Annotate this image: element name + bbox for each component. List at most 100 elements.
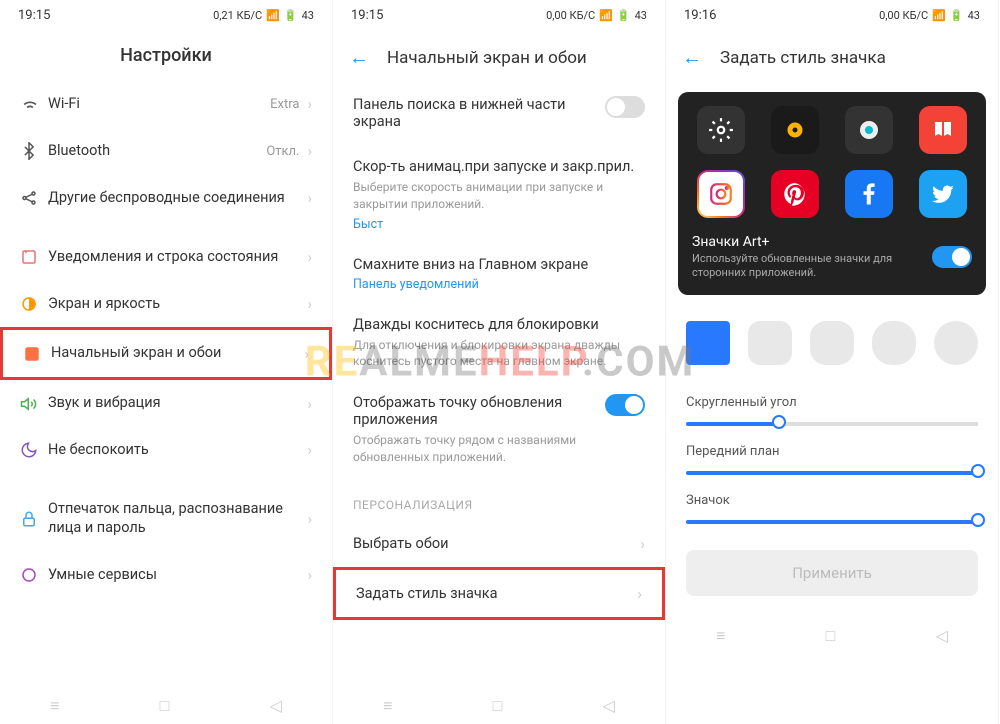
status-battery: 43	[302, 9, 314, 22]
settings-item-value: Extra	[270, 97, 299, 112]
nav-home-icon[interactable]: □	[826, 626, 836, 646]
shape-option-square[interactable]	[686, 321, 730, 365]
settings-item-display[interactable]: Экран и яркость ›	[0, 281, 332, 328]
settings-item-label: Отпечаток пальца, распознавание лица и п…	[48, 500, 307, 538]
reader-app-icon	[919, 106, 967, 154]
settings-item-homescreen[interactable]: Начальный экран и обои ›	[0, 327, 332, 380]
option-label: Задать стиль значка	[356, 585, 497, 602]
signal-icon: 📶	[266, 9, 280, 22]
settings-item-notifications[interactable]: Уведомления и строка состояния ›	[0, 234, 332, 281]
nav-back-icon[interactable]: ◁	[603, 696, 615, 716]
settings-item-smart[interactable]: Умные сервисы ›	[0, 552, 332, 599]
status-bar: 19:15 0,00 КБ/С 📶 🔋 43	[333, 0, 665, 31]
option-desc: Выберите скорость анимации при запуске и…	[353, 179, 645, 213]
chevron-right-icon: ›	[307, 248, 312, 266]
slider-foreground: Передний план	[666, 432, 998, 481]
slider-track[interactable]	[686, 471, 978, 475]
camera-app-icon	[845, 106, 893, 154]
settings-item-wifi[interactable]: Wi-Fi Extra ›	[0, 80, 332, 128]
settings-app-icon	[697, 106, 745, 154]
back-arrow-icon[interactable]: ←	[349, 45, 369, 70]
home-icon	[23, 345, 51, 363]
battery-icon: 🔋	[284, 9, 298, 22]
settings-item-sound[interactable]: Звук и вибрация ›	[0, 380, 332, 427]
bluetooth-icon	[20, 142, 48, 160]
shape-option-circle[interactable]	[934, 321, 978, 365]
nav-home-icon[interactable]: □	[493, 696, 503, 716]
slider-knob[interactable]	[971, 464, 985, 478]
nav-home-icon[interactable]: □	[160, 696, 170, 716]
facebook-app-icon	[845, 170, 893, 218]
music-app-icon	[771, 106, 819, 154]
option-swipe-down[interactable]: Смахните вниз на Главном экране Панель у…	[333, 244, 665, 304]
navbar: ≡ □ ◁	[333, 686, 665, 724]
nav-back-icon[interactable]: ◁	[270, 696, 282, 716]
pinterest-app-icon	[771, 170, 819, 218]
toggle-switch[interactable]	[605, 96, 645, 118]
option-double-tap-lock[interactable]: Дважды коснитесь для блокировки Для откл…	[333, 304, 665, 383]
lock-icon	[20, 510, 48, 528]
instagram-app-icon	[697, 170, 745, 218]
nav-menu-icon[interactable]: ≡	[50, 696, 59, 716]
option-update-dot[interactable]: Отображать точку обновления приложения О…	[333, 382, 665, 478]
header: ← Начальный экран и обои	[333, 31, 665, 84]
slider-knob[interactable]	[772, 415, 786, 429]
status-bar: 19:15 0,21 КБ/С 📶 🔋 43	[0, 0, 332, 31]
chevron-right-icon: ›	[307, 566, 312, 584]
settings-item-security[interactable]: Отпечаток пальца, распознавание лица и п…	[0, 486, 332, 552]
chevron-right-icon: ›	[304, 345, 309, 363]
apply-button[interactable]: Применить	[686, 550, 978, 596]
navbar: ≡ □ ◁	[0, 686, 332, 724]
option-title: Отображать точку обновления приложения	[353, 394, 595, 428]
option-link: Быст	[353, 217, 645, 232]
option-title: Панель поиска в нижней части экрана	[353, 96, 595, 130]
moon-icon	[20, 441, 48, 459]
nav-menu-icon[interactable]: ≡	[716, 626, 725, 646]
settings-item-wireless[interactable]: Другие беспроводные соединения ›	[0, 175, 332, 222]
option-search-bar[interactable]: Панель поиска в нижней части экрана	[333, 84, 665, 146]
slider-icon: Значок	[666, 481, 998, 530]
option-wallpaper[interactable]: Выбрать обои ›	[333, 520, 665, 567]
option-label: Выбрать обои	[353, 535, 448, 552]
art-icons-row: Значки Art+ Используйте обновленные знач…	[692, 218, 972, 281]
option-title: Скор-ть анимац.при запуске и закр.прил.	[353, 158, 645, 175]
page-title: Настройки	[0, 31, 332, 80]
chevron-right-icon: ›	[307, 295, 312, 313]
page-title: Задать стиль значка	[720, 48, 886, 68]
settings-item-dnd[interactable]: Не беспокоить ›	[0, 427, 332, 474]
toggle-switch[interactable]	[605, 394, 645, 416]
smart-icon	[20, 566, 48, 584]
app-grid	[692, 106, 972, 218]
icon-style-screen: 19:16 0,00 КБ/С 📶 🔋 43 ← Задать стиль зн…	[666, 0, 999, 724]
settings-item-label: Bluetooth	[48, 142, 266, 161]
brightness-icon	[20, 295, 48, 313]
status-right: 0,21 КБ/С 📶 🔋 43	[213, 9, 314, 22]
status-net: 0,00 КБ/С	[546, 9, 595, 22]
art-title: Значки Art+	[692, 234, 932, 250]
slider-track[interactable]	[686, 422, 978, 426]
settings-item-value: Откл.	[266, 144, 299, 159]
option-title: Дважды коснитесь для блокировки	[353, 316, 645, 333]
shape-option-rounded1[interactable]	[748, 321, 792, 365]
settings-item-label: Экран и яркость	[48, 295, 307, 314]
notification-icon	[20, 248, 48, 266]
option-animation-speed[interactable]: Скор-ть анимац.при запуске и закр.прил. …	[333, 146, 665, 244]
option-icon-style[interactable]: Задать стиль значка ›	[333, 567, 665, 620]
slider-knob[interactable]	[971, 513, 985, 527]
shape-option-rounded3[interactable]	[872, 321, 916, 365]
chevron-right-icon: ›	[307, 189, 312, 207]
header: ← Задать стиль значка	[666, 31, 998, 84]
preview-card: Значки Art+ Используйте обновленные знач…	[678, 92, 986, 295]
toggle-switch[interactable]	[932, 246, 972, 268]
nav-menu-icon[interactable]: ≡	[383, 696, 392, 716]
twitter-app-icon	[919, 170, 967, 218]
slider-track[interactable]	[686, 520, 978, 524]
status-battery: 43	[968, 9, 980, 22]
status-net: 0,00 КБ/С	[879, 9, 928, 22]
settings-item-bluetooth[interactable]: Bluetooth Откл. ›	[0, 128, 332, 175]
nav-back-icon[interactable]: ◁	[936, 626, 948, 646]
settings-item-label: Wi-Fi	[48, 95, 270, 114]
status-time: 19:15	[351, 8, 383, 23]
shape-option-rounded2[interactable]	[810, 321, 854, 365]
back-arrow-icon[interactable]: ←	[682, 45, 702, 70]
